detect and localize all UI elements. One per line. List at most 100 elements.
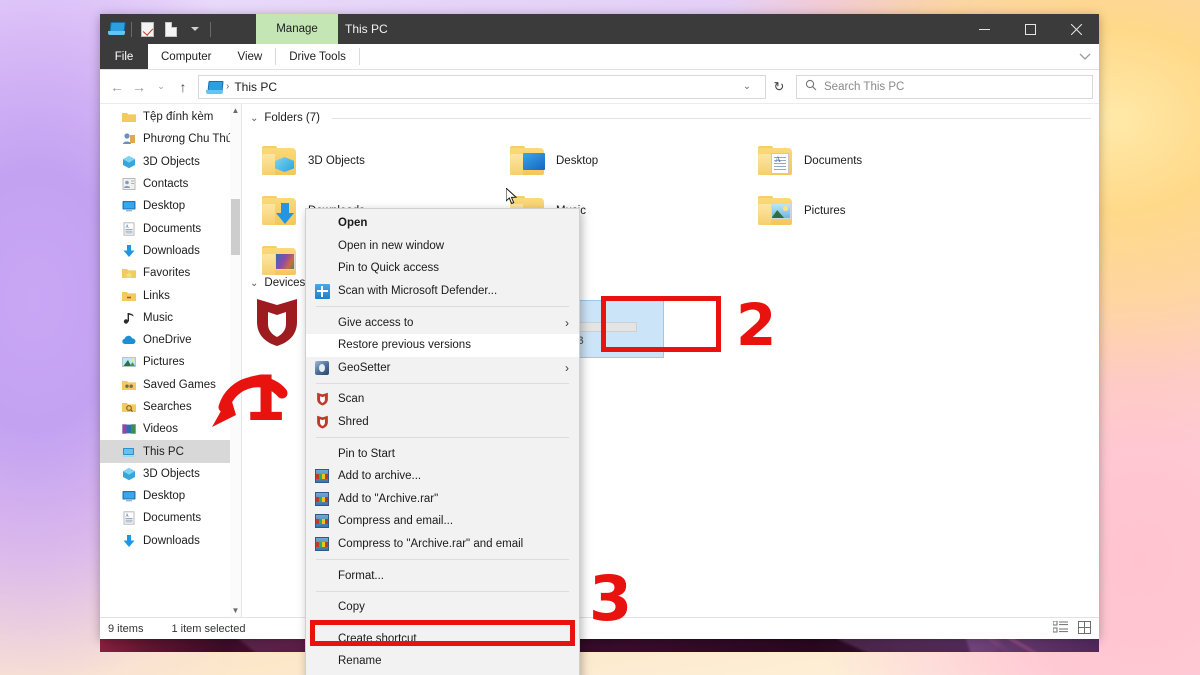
sidebar-item-label: Links [143,289,170,302]
tab-computer[interactable]: Computer [148,44,225,69]
sidebar-item-documents[interactable]: A Documents [100,507,241,529]
sidebar-item-desktop[interactable]: Desktop [100,195,241,217]
menu-item-scan-with-microsoft-defender[interactable]: Scan with Microsoft Defender... [306,280,579,303]
sidebar-item-3d-objects[interactable]: 3D Objects [100,151,241,173]
menu-item-open[interactable]: Open [306,212,579,235]
menu-item-label: Create shortcut [338,632,417,645]
menu-item-add-to-archive-rar[interactable]: Add to "Archive.rar" [306,488,579,511]
desktop-icon [122,199,136,213]
sidebar-item-links[interactable]: Links [100,284,241,306]
menu-item-format[interactable]: Format... [306,564,579,587]
sidebar-item-desktop[interactable]: Desktop [100,485,241,507]
sidebar-item-t-p-nh-k-m[interactable]: Tệp đính kèm [100,106,241,128]
folders-group-header[interactable]: ⌄ Folders (7) [242,104,1099,124]
sidebar-item-label: Desktop [143,200,186,213]
sidebar-item-contacts[interactable]: Contacts [100,173,241,195]
refresh-icon[interactable]: ↻ [766,79,792,95]
chevron-down-icon[interactable] [1079,44,1091,70]
tab-file[interactable]: File [100,44,148,69]
large-icons-view-icon[interactable] [1078,621,1091,637]
new-folder-icon[interactable] [159,17,183,41]
breadcrumb-this-pc[interactable]: This PC [234,80,277,94]
sidebar-item-label: Tệp đính kèm [143,111,214,124]
menu-item-label: GeoSetter [338,361,391,374]
menu-item-compress-to-archive-rar-and-email[interactable]: Compress to "Archive.rar" and email [306,533,579,556]
menu-item-create-shortcut[interactable]: Create shortcut [306,628,579,651]
contextual-tab-manage[interactable]: Manage [256,14,338,44]
menu-item-give-access-to[interactable]: Give access to › [306,311,579,334]
menu-item-copy[interactable]: Copy [306,596,579,619]
nav-scrollbar-thumb[interactable] [231,199,240,255]
sidebar-item-favorites[interactable]: Favorites [100,262,241,284]
menu-separator [316,622,569,624]
sidebar-item-this-pc[interactable]: This PC [100,440,241,463]
menu-item-compress-and-email[interactable]: Compress and email... [306,510,579,533]
menu-item-pin-to-quick-access[interactable]: Pin to Quick access [306,257,579,280]
chevron-up-icon[interactable]: ▲ [230,104,241,117]
menu-item-shred[interactable]: Shred [306,411,579,434]
search-input[interactable]: Search This PC [796,74,1093,99]
details-view-icon[interactable] [1052,620,1068,637]
status-item-count: 9 items [108,622,144,635]
menu-item-label: Scan [338,393,365,406]
folder-tile-documents[interactable]: Documents [758,146,862,176]
chevron-down-icon[interactable]: ▼ [230,604,241,617]
chevron-down-icon[interactable]: ⌄ [250,113,258,124]
back-arrow-icon[interactable]: ← [106,74,128,100]
group-divider [332,117,1091,119]
menu-item-geosetter[interactable]: GeoSetter › [306,357,579,380]
onedrive-icon [122,333,136,347]
view-buttons [1052,618,1091,639]
customize-caret-icon[interactable] [183,17,207,41]
folder-tile-3d-objects[interactable]: 3D Objects [262,146,365,176]
sidebar-item-label: Videos [143,423,178,436]
annotation-number-2: 2 [736,291,777,359]
contextual-tab-label: Manage [276,23,318,35]
forward-arrow-icon[interactable]: → [128,74,150,100]
address-path-field[interactable]: › This PC ⌄ [198,74,766,99]
sidebar-item-label: Documents [143,512,202,525]
folder-tile-pictures[interactable]: Pictures [758,196,846,226]
sidebar-item-downloads[interactable]: Downloads [100,530,241,552]
menu-item-add-to-archive[interactable]: Add to archive... [306,465,579,488]
status-selection: 1 item selected [171,622,246,635]
navigation-list: Tệp đính kèm Phương Chu Thú 3D Objects Cont… [100,106,241,552]
sidebar-item-label: This PC [143,445,184,458]
music-icon [122,311,136,325]
chevron-down-icon[interactable]: ⌄ [250,278,258,289]
chevron-down-icon[interactable]: ⌄ [736,81,758,92]
minimize-icon[interactable] [961,14,1007,44]
menu-item-scan[interactable]: Scan [306,388,579,411]
recent-locations-icon[interactable]: ⌄ [150,74,172,100]
tab-drive-tools[interactable]: Drive Tools [276,44,359,69]
nav-scrollbar[interactable]: ▲ ▼ [230,104,241,617]
menu-separator [316,437,569,439]
window-body: Tệp đính kèm Phương Chu Thú 3D Objects Cont… [100,104,1099,617]
sidebar-item-onedrive[interactable]: OneDrive [100,329,241,351]
sidebar-item-3d-objects[interactable]: 3D Objects [100,463,241,485]
close-icon[interactable] [1053,14,1099,44]
winrar-icon [306,491,338,506]
menu-item-pin-to-start[interactable]: Pin to Start [306,442,579,465]
mcafee-shield-icon [254,296,300,348]
sidebar-item-pictures[interactable]: Pictures [100,351,241,373]
annotation-number-3: 3 [589,562,633,635]
navigation-pane: Tệp đính kèm Phương Chu Thú 3D Objects Cont… [100,104,242,617]
tab-view[interactable]: View [225,44,276,69]
this-pc-icon[interactable] [104,17,128,41]
folder-tile-desktop[interactable]: Desktop [510,146,598,176]
menu-item-label: Shred [338,416,369,429]
sidebar-item-downloads[interactable]: Downloads [100,240,241,262]
sidebar-item-ph-ng-chu-th[interactable]: Phương Chu Thú [100,128,241,150]
properties-icon[interactable] [135,17,159,41]
menu-item-label: Pin to Quick access [338,262,439,275]
menu-item-rename[interactable]: Rename [306,650,579,673]
menu-item-restore-previous-versions[interactable]: Restore previous versions [306,333,579,357]
menu-item-open-in-new-window[interactable]: Open in new window [306,235,579,258]
context-menu: Open Open in new window Pin to Quick acces… [305,208,580,675]
maximize-icon[interactable] [1007,14,1053,44]
sidebar-item-music[interactable]: Music [100,307,241,329]
menu-item-label: Pin to Start [338,447,395,460]
sidebar-item-documents[interactable]: A Documents [100,217,241,239]
up-arrow-icon[interactable]: ↑ [172,74,194,100]
